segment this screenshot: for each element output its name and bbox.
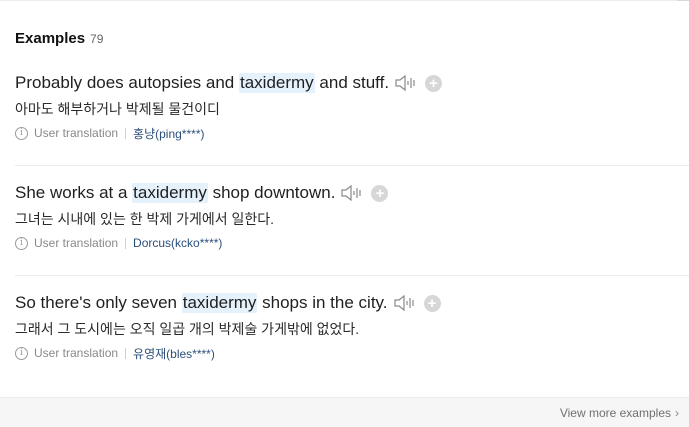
highlighted-term[interactable]: taxidermy bbox=[181, 293, 258, 313]
plus-circle-icon[interactable]: + bbox=[425, 74, 443, 92]
examples-header: Examples 79 bbox=[15, 30, 103, 50]
example-meta: i User translation 홍냥(ping****) bbox=[15, 125, 689, 141]
chevron-right-icon: › bbox=[675, 406, 679, 420]
example-translation: 아마도 해부하거나 박제될 물건이디 bbox=[15, 101, 220, 117]
examples-panel: Examples 79 Probably does autopsies and … bbox=[0, 0, 689, 427]
speaker-icon[interactable] bbox=[340, 183, 364, 203]
contributor-link[interactable]: 홍냥(ping****) bbox=[133, 125, 204, 142]
view-more-label: View more examples bbox=[559, 406, 671, 420]
meta-separator bbox=[125, 237, 127, 249]
sentence-before: She works at a bbox=[15, 183, 133, 202]
info-circle-icon[interactable]: i bbox=[15, 236, 28, 250]
top-divider bbox=[0, 0, 689, 1]
meta-separator bbox=[125, 127, 127, 139]
examples-footer: View more examples › bbox=[0, 397, 689, 427]
example-sentence: Probably does autopsies and taxidermy an… bbox=[15, 71, 689, 95]
sentence-after: shop downtown. bbox=[207, 183, 336, 202]
sentence-before: Probably does autopsies and bbox=[15, 73, 239, 92]
sentence-after: shops in the city. bbox=[257, 293, 388, 312]
contributor-link[interactable]: Dorcus(kcko****) bbox=[133, 236, 222, 250]
example-meta: i User translation Dorcus(kcko****) bbox=[15, 235, 689, 251]
speaker-icon[interactable] bbox=[393, 293, 417, 313]
view-more-examples-link[interactable]: View more examples › bbox=[560, 406, 679, 420]
speaker-icon[interactable] bbox=[394, 73, 418, 93]
info-circle-icon[interactable]: i bbox=[15, 346, 28, 360]
source-label: User translation bbox=[34, 126, 119, 140]
example-translation: 그래서 그 도시에는 오직 일곱 개의 박제술 가게밖에 없었다. bbox=[15, 321, 360, 337]
example-item-1: Probably does autopsies and taxidermy an… bbox=[15, 71, 689, 141]
sentence-before: So there's only seven bbox=[15, 293, 182, 312]
highlighted-term[interactable]: taxidermy bbox=[132, 183, 208, 203]
example-item-3: So there's only seven taxidermy shops in… bbox=[15, 291, 689, 361]
example-item-2: She works at a taxidermy shop downtown. … bbox=[15, 181, 689, 251]
example-meta: i User translation 유영재(bles****) bbox=[15, 345, 689, 361]
source-label: User translation bbox=[34, 346, 119, 360]
meta-separator bbox=[125, 347, 127, 359]
plus-circle-icon[interactable]: + bbox=[423, 294, 441, 312]
examples-title: Examples bbox=[15, 30, 86, 47]
contributor-link[interactable]: 유영재(bles****) bbox=[133, 345, 215, 362]
highlighted-term[interactable]: taxidermy bbox=[239, 73, 315, 93]
examples-count: 79 bbox=[90, 32, 104, 46]
example-divider bbox=[15, 275, 689, 276]
info-circle-icon[interactable]: i bbox=[15, 126, 28, 140]
example-translation: 그녀는 시내에 있는 한 박제 가게에서 일한다. bbox=[15, 211, 275, 227]
top-right-tick bbox=[677, 0, 689, 3]
example-divider bbox=[15, 165, 689, 166]
sentence-after: and stuff. bbox=[314, 73, 390, 92]
source-label: User translation bbox=[34, 236, 119, 250]
plus-circle-icon[interactable]: + bbox=[371, 184, 389, 202]
example-sentence: So there's only seven taxidermy shops in… bbox=[15, 291, 689, 315]
example-sentence: She works at a taxidermy shop downtown. … bbox=[15, 181, 689, 205]
